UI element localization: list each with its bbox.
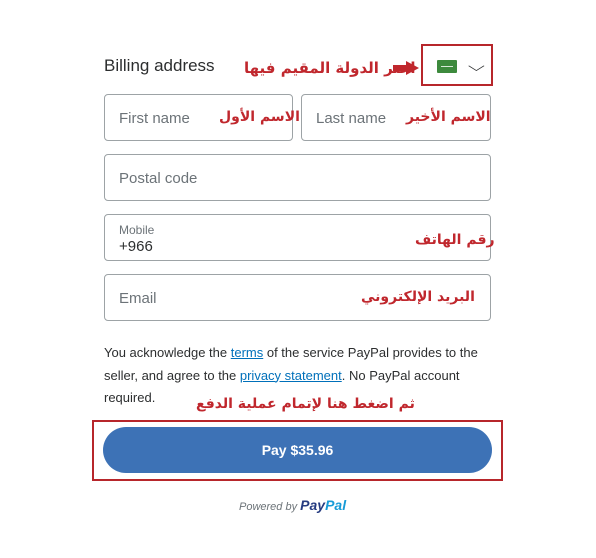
pay-button[interactable]: Pay $35.96 — [103, 427, 492, 473]
last-name-field[interactable]: Last name الاسم الأخير — [301, 94, 491, 141]
paypal-logo-pal: Pal — [325, 497, 347, 513]
powered-by-paypal: Powered by PayPal — [239, 497, 346, 513]
mobile-field[interactable]: Mobile +966 رقم الهاتف — [104, 214, 495, 261]
legal-text-part1: You acknowledge the — [104, 345, 231, 360]
email-placeholder: Email — [119, 290, 157, 307]
postal-code-field[interactable]: Postal code — [104, 154, 491, 201]
privacy-statement-link[interactable]: privacy statement — [240, 368, 342, 383]
first-name-annotation: الاسم الأول — [219, 109, 300, 125]
chevron-down-icon: ⌵ — [467, 58, 485, 74]
arrow-right-icon — [393, 61, 419, 75]
email-annotation: البريد الإلكتروني — [361, 289, 475, 305]
last-name-annotation: الاسم الأخير — [406, 109, 491, 125]
country-selector[interactable]: ⌵ — [421, 44, 493, 86]
mobile-annotation: رقم الهاتف — [415, 232, 495, 248]
billing-address-title: Billing address — [104, 56, 215, 75]
powered-by-label: Powered by — [239, 501, 298, 513]
mobile-label: Mobile — [119, 223, 155, 237]
terms-link[interactable]: terms — [231, 345, 264, 360]
postal-code-placeholder: Postal code — [119, 170, 198, 187]
last-name-placeholder: Last name — [316, 110, 387, 127]
first-name-placeholder: First name — [119, 110, 190, 127]
saudi-flag-icon — [437, 60, 457, 73]
first-name-field[interactable]: First name الاسم الأول — [104, 94, 300, 141]
country-annotation: اختر الدولة المقيم فيها — [244, 59, 416, 77]
mobile-value: +966 — [119, 238, 153, 255]
email-field[interactable]: Email البريد الإلكتروني — [104, 274, 491, 321]
paypal-logo-pay: Pay — [300, 497, 326, 513]
pay-annotation: ثم اضغط هنا لإتمام عملية الدفع — [196, 396, 415, 412]
